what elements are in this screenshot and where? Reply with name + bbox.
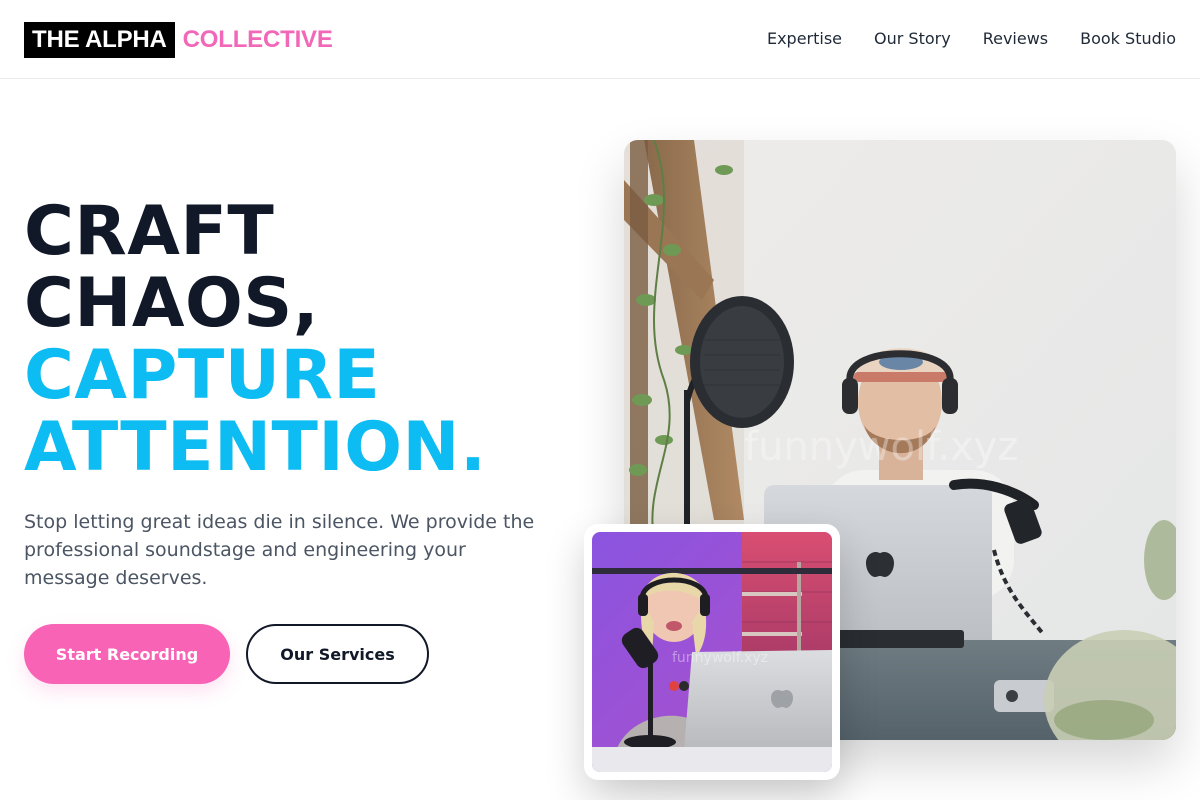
start-recording-button[interactable]: Start Recording bbox=[24, 624, 230, 684]
nav-link-expertise[interactable]: Expertise bbox=[767, 29, 842, 49]
nav-link-book-studio[interactable]: Book Studio bbox=[1080, 29, 1176, 49]
headline-line-1: CRAFT bbox=[24, 192, 275, 271]
hero-headline: CRAFT CHAOS, CAPTURE ATTENTION. bbox=[24, 196, 486, 484]
brand-accent: COLLECTIVE bbox=[182, 26, 333, 53]
site-header: THE ALPHA COLLECTIVE Expertise Our Story… bbox=[0, 0, 1200, 79]
hero-description: Stop letting great ideas die in silence.… bbox=[24, 511, 535, 589]
brand-name: THE ALPHA bbox=[24, 22, 175, 58]
nav-link-reviews[interactable]: Reviews bbox=[983, 29, 1048, 49]
nav-link-our-story[interactable]: Our Story bbox=[874, 29, 951, 49]
streamer-illustration: funnywolf.xyz bbox=[592, 532, 832, 772]
headline-line-3: CAPTURE bbox=[24, 336, 381, 415]
headline-line-4: ATTENTION. bbox=[24, 408, 487, 487]
our-services-button[interactable]: Our Services bbox=[246, 624, 429, 684]
studio-photo-inset: funnywolf.xyz bbox=[584, 524, 840, 780]
brand-logo[interactable]: THE ALPHA COLLECTIVE bbox=[24, 22, 333, 58]
main-nav: Expertise Our Story Reviews Book Studio bbox=[767, 29, 1176, 49]
inset-photo-watermark: funnywolf.xyz bbox=[672, 650, 768, 666]
headline-line-2: CHAOS, bbox=[24, 264, 320, 343]
main-photo-watermark: funnywolf.xyz bbox=[744, 424, 1018, 470]
inset-photo-frame: funnywolf.xyz bbox=[592, 532, 832, 772]
